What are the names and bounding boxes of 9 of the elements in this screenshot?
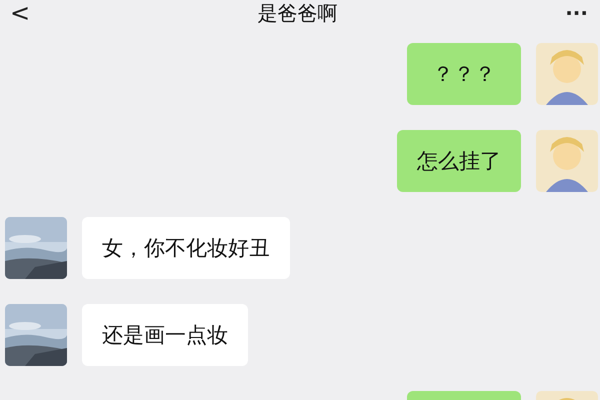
avatar: [536, 43, 598, 105]
more-button[interactable]: ···: [565, 1, 588, 25]
back-button[interactable]: <: [10, 0, 30, 27]
avatar: [536, 130, 598, 192]
message-bubble: 女，你不化妆好丑: [82, 217, 290, 279]
message-bubble: ？？？: [407, 43, 521, 105]
message-bubble: 怎么挂了: [397, 130, 521, 192]
chat-title: 是爸爸啊: [258, 0, 338, 26]
message-bubble: 还是画一点妆: [82, 304, 248, 366]
